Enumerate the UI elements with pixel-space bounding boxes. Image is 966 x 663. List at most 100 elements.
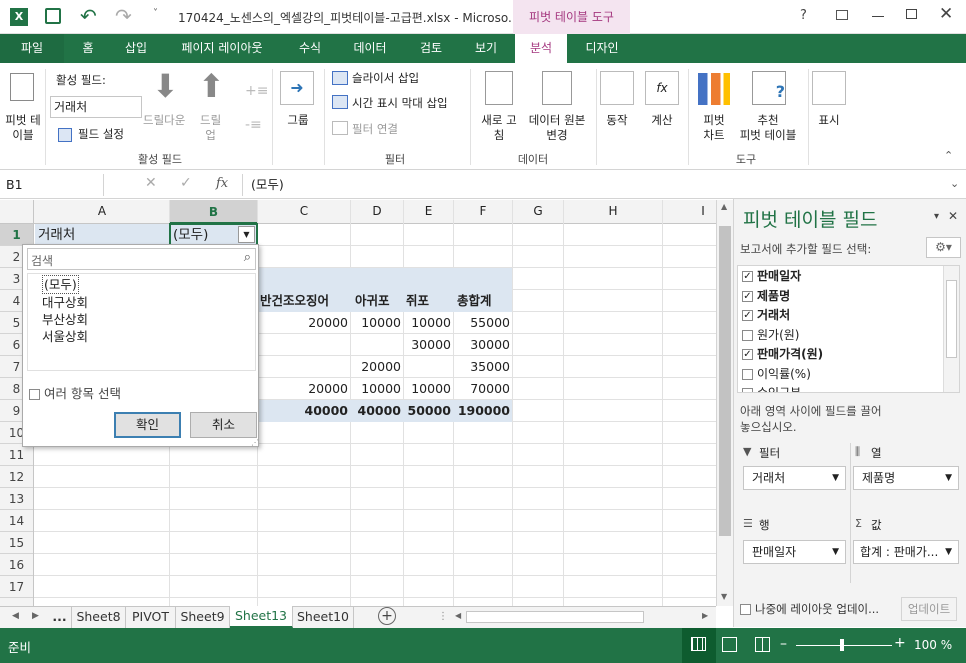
tab-design[interactable]: 디자인 (576, 34, 628, 63)
pane-settings-icon[interactable]: ⚙▾ (926, 237, 961, 258)
field-checkbox[interactable] (742, 368, 753, 380)
cell-e8[interactable]: 10000 (404, 378, 451, 400)
field-checkbox[interactable]: ✓ (742, 349, 753, 360)
sheet-tab[interactable]: PIVOT (126, 607, 176, 628)
row-header[interactable]: 1 (0, 224, 33, 246)
cell-c4[interactable]: 반건조오징어 (260, 290, 329, 312)
recommended-pivot-button[interactable]: 추천 피벗 테이블 (735, 113, 801, 143)
filter-item[interactable]: 대구상회 (42, 294, 255, 311)
scroll-thumb[interactable] (466, 611, 644, 623)
sheet-tab[interactable]: Sheet10 (293, 607, 354, 628)
change-source-button[interactable]: 데이터 원본 변경 (522, 113, 592, 143)
page-layout-view-icon[interactable] (722, 637, 737, 652)
prev-sheet-icon[interactable]: ◀ (12, 611, 19, 621)
pane-options-icon[interactable]: ▾ (934, 211, 939, 222)
cell-d4[interactable]: 아귀포 (355, 290, 390, 312)
col-header-d[interactable]: D (351, 204, 403, 218)
horizontal-scrollbar[interactable]: ◀ ▶ (452, 609, 714, 626)
help-button[interactable]: ? (800, 8, 807, 23)
field-checkbox[interactable] (742, 388, 753, 392)
tab-page-layout[interactable]: 페이지 레이아웃 (172, 34, 272, 63)
customize-toolbar-icon[interactable]: ˅ (153, 8, 158, 19)
drill-down-button[interactable]: 드릴다운 (143, 113, 185, 128)
close-icon[interactable]: ✕ (939, 4, 953, 24)
sheet-tab[interactable]: Sheet9 (176, 607, 230, 628)
cell-f5[interactable]: 55000 (454, 312, 510, 334)
tab-analyze[interactable]: 분석 (515, 34, 567, 64)
pivot-field-item[interactable]: ✓ 판매일자 (742, 267, 959, 287)
field-checkbox[interactable]: ✓ (742, 271, 753, 282)
tab-home[interactable]: 홈 (72, 34, 104, 63)
drill-up-button[interactable]: 드릴 업 (200, 113, 221, 143)
zoom-slider[interactable] (796, 645, 892, 646)
actions-button[interactable]: 동작 (600, 113, 634, 128)
cancel-button[interactable]: 취소 (190, 412, 257, 438)
update-button[interactable]: 업데이트 (901, 597, 957, 621)
cell-f4[interactable]: 총합계 (457, 290, 492, 312)
field-checkbox[interactable]: ✓ (742, 310, 753, 321)
refresh-button[interactable]: 새로 고 침 (476, 113, 522, 143)
insert-function-icon[interactable]: fx (216, 176, 228, 191)
scroll-thumb[interactable] (719, 226, 731, 536)
field-checkbox[interactable]: ✓ (742, 290, 753, 302)
filter-area-field[interactable]: 거래처 ▼ (743, 466, 846, 490)
cell-b1[interactable]: (모두) (173, 224, 208, 246)
col-header-a[interactable]: A (35, 204, 169, 218)
pivot-chart-button[interactable]: 피벗 차트 (694, 113, 734, 143)
scroll-down-icon[interactable]: ▼ (721, 592, 727, 601)
col-header-g[interactable]: G (513, 204, 563, 218)
cell-e6[interactable]: 30000 (404, 334, 451, 356)
next-sheet-icon[interactable]: ▶ (32, 611, 39, 621)
pivot-field-item[interactable]: 원가(원) (742, 326, 959, 346)
defer-update-checkbox[interactable]: 나중에 레이아웃 업데이... (740, 601, 879, 617)
calculations-button[interactable]: 계산 (645, 113, 679, 128)
resize-grip-icon[interactable]: ⋰ (251, 438, 259, 447)
cell-f7[interactable]: 35000 (454, 356, 510, 378)
cell-f6[interactable]: 30000 (454, 334, 510, 356)
rows-area-field[interactable]: 판매일자 ▼ (743, 540, 846, 564)
sheet-tab-active[interactable]: Sheet13 (230, 606, 293, 628)
cell-c8[interactable]: 20000 (258, 378, 348, 400)
maximize-icon[interactable] (906, 9, 917, 19)
pivot-field-item[interactable]: 수익구분 (742, 384, 959, 392)
tab-insert[interactable]: 삽입 (116, 34, 156, 63)
multi-select-checkbox[interactable]: 여러 항목 선택 (29, 383, 121, 402)
popup-search-input[interactable]: 검색 ⌕ (27, 248, 256, 270)
ribbon-display-icon[interactable] (836, 10, 848, 20)
formula-input[interactable]: (모두) (242, 174, 942, 196)
row-header[interactable]: 12 (0, 466, 33, 488)
cell-c9[interactable]: 40000 (258, 400, 349, 422)
undo-icon[interactable]: ↶ (80, 4, 97, 28)
cell-e9[interactable]: 50000 (404, 400, 452, 422)
row-header[interactable]: 13 (0, 488, 33, 510)
pivot-field-item[interactable]: ✓ 판매가격(원) (742, 345, 959, 365)
sheet-tab[interactable]: Sheet8 (72, 607, 126, 628)
columns-area-field[interactable]: 제품명 ▼ (853, 466, 959, 490)
row-header[interactable]: 11 (0, 444, 33, 466)
row-header[interactable]: 17 (0, 576, 33, 598)
insert-slicer-button[interactable]: 슬라이서 삽입 (352, 71, 419, 86)
sheet-tab-more[interactable]: ... (48, 607, 72, 628)
zoom-out-icon[interactable]: – (780, 636, 787, 652)
filter-item[interactable]: 부산상회 (42, 311, 255, 328)
tab-file[interactable]: 파일 (0, 34, 64, 63)
col-header-h[interactable]: H (564, 204, 662, 218)
row-header[interactable]: 15 (0, 532, 33, 554)
col-header-b[interactable]: B (170, 200, 257, 224)
scroll-left-icon[interactable]: ◀ (455, 611, 461, 620)
vertical-scrollbar[interactable]: ▲ ▼ (716, 200, 733, 606)
filter-item[interactable]: 서울상회 (42, 328, 255, 345)
minimize-icon[interactable] (872, 16, 884, 17)
scroll-up-icon[interactable]: ▲ (721, 202, 727, 211)
col-header-i[interactable]: I (663, 204, 716, 218)
confirm-entry-icon[interactable]: ✓ (180, 175, 192, 191)
page-break-view-icon[interactable] (755, 637, 770, 652)
cell-e4[interactable]: 쥐포 (406, 290, 429, 312)
col-header-c[interactable]: C (258, 204, 350, 218)
scroll-thumb[interactable] (946, 280, 957, 358)
zoom-level[interactable]: 100 % (914, 638, 952, 652)
tab-view[interactable]: 보기 (466, 34, 506, 63)
tab-split-icon[interactable]: ⋮ (438, 611, 448, 622)
active-field-input[interactable]: 거래처 (50, 96, 142, 118)
zoom-slider-thumb[interactable] (840, 639, 844, 651)
